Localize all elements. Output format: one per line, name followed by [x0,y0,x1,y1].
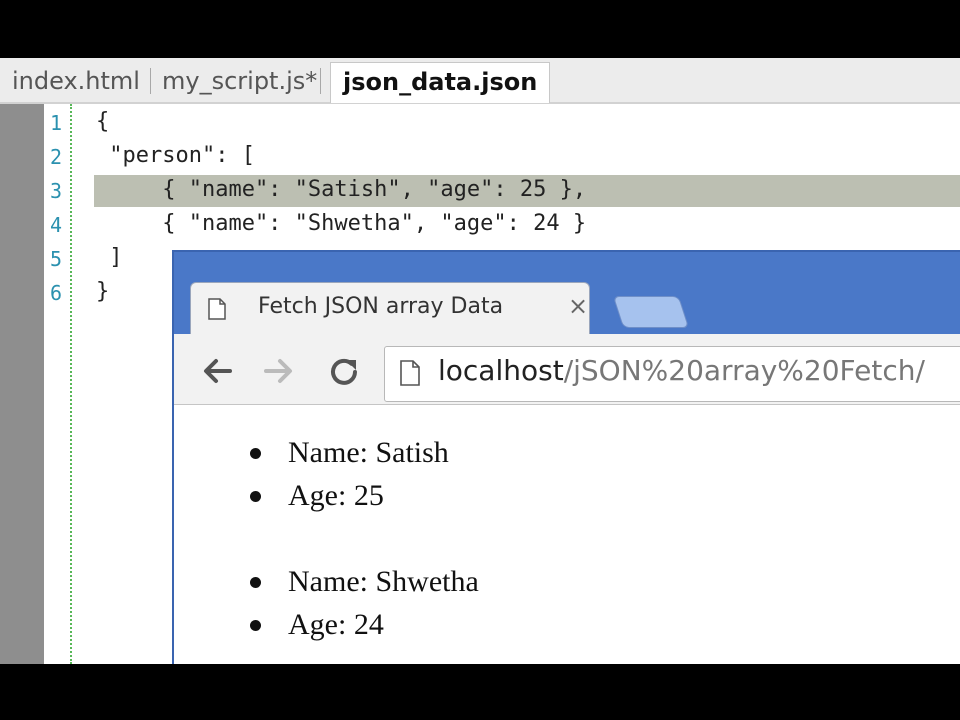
url-host: localhost [438,354,564,387]
letterbox-top [0,0,960,58]
line-number: 2 [49,145,63,169]
person-name: Name: Satish [288,436,449,469]
list-item: Age: 25 [244,474,449,517]
browser-window: Fetch JSON array Data × localhost/jSON%2… [172,250,960,720]
bullet [250,620,261,631]
url-path: /jSON%20array%20Fetch/ [563,354,925,387]
code-line[interactable]: { "name": "Shwetha", "age": 24 } [96,211,586,236]
bullet [250,577,261,588]
editor-margin [0,104,44,664]
letterbox-bottom [0,664,960,720]
change-tracking-line [70,104,72,664]
arrow-left-icon[interactable] [200,354,234,388]
line-number: 3 [49,179,63,203]
line-number: 5 [49,247,63,271]
new-tab-button[interactable] [612,296,690,328]
browser-tab-title: Fetch JSON array Data [258,294,504,319]
reload-icon[interactable] [326,354,362,390]
arrow-right-icon[interactable] [262,354,296,388]
code-line[interactable]: } [96,279,109,304]
page-icon [208,298,226,320]
line-number: 6 [49,281,63,305]
person-list: Name: Shwetha Age: 24 [244,560,479,646]
tab-my-script-js[interactable]: my_script.js* [162,64,317,100]
person-age: Age: 25 [288,479,384,512]
person-age: Age: 24 [288,608,384,641]
page-icon [400,360,420,386]
list-item: Name: Shwetha [244,560,479,603]
line-number: 4 [49,213,63,237]
url-text[interactable]: localhost/jSON%20array%20Fetch/ [438,354,925,387]
tab-separator [150,68,151,94]
code-line[interactable]: { [96,109,109,134]
tab-json-data-json[interactable]: json_data.json [330,62,551,103]
code-line[interactable]: "person": [ [96,143,255,168]
list-item: Name: Satish [244,431,449,474]
line-number: 1 [49,111,63,135]
code-line[interactable]: ] [96,245,122,270]
person-name: Name: Shwetha [288,565,479,598]
bullet [250,491,261,502]
bullet [250,448,261,459]
code-line[interactable]: { "name": "Satish", "age": 25 }, [96,177,586,202]
person-list: Name: Satish Age: 25 [244,431,449,517]
tab-index-html[interactable]: index.html [12,64,140,100]
list-item: Age: 24 [244,603,479,646]
tab-separator [320,68,321,94]
close-tab-icon[interactable]: × [568,292,588,320]
editor-tab-bar: index.html my_script.js* json_data.json [0,58,960,104]
